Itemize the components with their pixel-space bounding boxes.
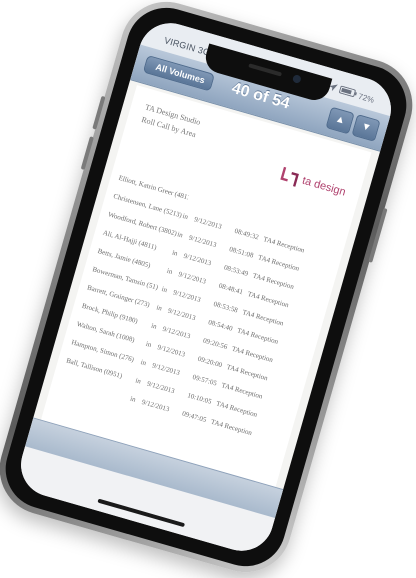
entry-time: 08:53:49 — [223, 262, 250, 278]
entry-time: 10:10:05 — [186, 390, 213, 406]
document-header: TA Design Studio Roll Call by Area — [140, 101, 202, 142]
home-indicator[interactable] — [97, 498, 186, 528]
speaker-grille — [248, 63, 283, 77]
entry-time: 08:53:58 — [212, 299, 239, 314]
phone-screen: VIRGIN 3G 4:20 PM 72% All Volumes 40 of … — [13, 15, 399, 559]
entry-time: 09:20:56 — [202, 335, 229, 351]
company-logo: ta design — [279, 165, 349, 203]
entry-time: 09:57:05 — [191, 372, 218, 388]
roll-call-table: Elliott, Katrin Greer (4812) Christensen,… — [59, 168, 341, 450]
entry-time: 08:54:40 — [207, 317, 234, 333]
logo-mark-icon — [280, 166, 300, 187]
status-mark — [188, 197, 200, 200]
phone-bezel: VIRGIN 3G 4:20 PM 72% All Volumes 40 of … — [0, 0, 416, 576]
logo-text: ta design — [300, 174, 348, 199]
entry-date — [200, 200, 240, 212]
entry-time: 08:51:08 — [228, 244, 255, 260]
entry-time: 08:48:41 — [217, 281, 245, 296]
page-nav-arrows: ▲ ▼ — [325, 106, 381, 142]
front-camera-icon — [291, 74, 302, 84]
battery-icon — [338, 85, 357, 97]
entry-time: 09:20:00 — [197, 354, 224, 369]
phone-device: VIRGIN 3G 4:20 PM 72% All Volumes 40 of … — [0, 0, 416, 578]
previous-page-button[interactable]: ▲ — [325, 106, 355, 135]
photo-stage: VIRGIN 3G 4:20 PM 72% All Volumes 40 of … — [0, 0, 416, 578]
entry-time: 08:49:32 — [233, 226, 260, 241]
battery-percent: 72% — [357, 91, 376, 105]
entry-time — [240, 212, 269, 220]
entry-time: 09:47:05 — [181, 409, 208, 424]
